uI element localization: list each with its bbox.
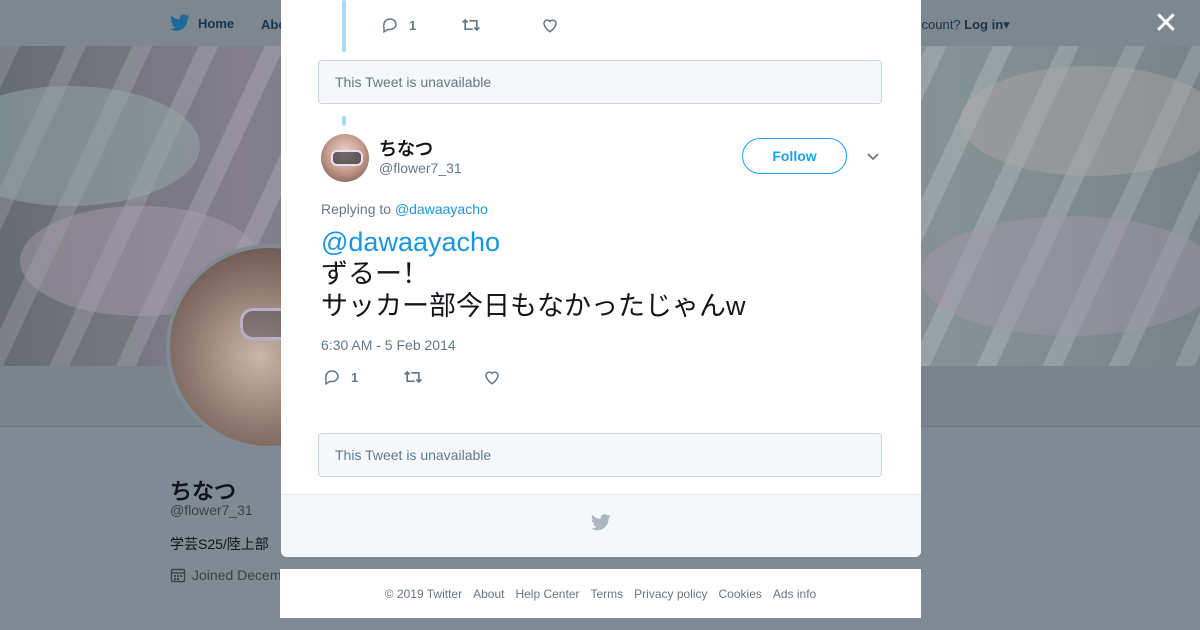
tweet-permalink-modal: 1 This Tweet is unavailable ちなつ @flower7… (281, 0, 921, 557)
caret-down-icon: ▾ (1003, 17, 1010, 32)
thread-line (342, 0, 346, 52)
footer-link-ads-info[interactable]: Ads info (773, 587, 816, 601)
profile-bio: 学芸S25/陸上部 (170, 536, 269, 552)
twitter-bird-icon (591, 514, 611, 531)
replying-prefix: Replying to (321, 201, 392, 217)
tweet-text-line: ずるー！ (321, 259, 429, 289)
footer-link-about[interactable]: About (473, 587, 504, 601)
profile-joined: Joined Decem (170, 567, 282, 583)
nav-home[interactable]: Home (170, 14, 234, 32)
reply-action[interactable]: 1 (381, 16, 461, 34)
thread-line (342, 116, 346, 126)
like-action[interactable] (541, 16, 559, 34)
tweet-text-line: サッカー部今日もなかったじゃんw (321, 291, 746, 321)
heart-icon (485, 371, 499, 385)
tweet-avatar[interactable] (321, 134, 369, 182)
profile-handle: @flower7_31 (170, 502, 253, 518)
nav-account: ccount? Log in▾ (915, 17, 1010, 33)
chevron-down-icon[interactable] (863, 146, 883, 166)
retweet-action[interactable] (403, 368, 483, 386)
replying-to-link[interactable]: @dawaayacho (395, 201, 488, 217)
reply-count: 1 (351, 369, 359, 385)
banner-decoration (920, 216, 1200, 336)
footer-link-help-center[interactable]: Help Center (515, 587, 579, 601)
modal-footer (281, 494, 921, 557)
tweet-timestamp[interactable]: 6:30 AM - 5 Feb 2014 (321, 337, 456, 353)
account-prompt: ccount? (915, 17, 961, 32)
banner-decoration (0, 86, 200, 206)
footer-link-cookies[interactable]: Cookies (719, 587, 762, 601)
site-footer: © 2019 Twitter About Help Center Terms P… (280, 569, 921, 618)
reply-action[interactable]: 1 (323, 368, 403, 386)
close-icon[interactable]: ✕ (1150, 8, 1182, 40)
unavailable-tweet-notice: This Tweet is unavailable (318, 433, 882, 477)
retweet-icon (462, 18, 480, 32)
tweet-author-handle[interactable]: @flower7_31 (379, 160, 462, 176)
retweet-icon (404, 370, 422, 384)
tweet-mention-link[interactable]: @dawaayacho (321, 226, 746, 258)
tweet-author-name[interactable]: ちなつ (379, 135, 433, 161)
footer-link-terms[interactable]: Terms (590, 587, 623, 601)
follow-button[interactable]: Follow (742, 138, 847, 174)
twitter-bird-icon (170, 14, 190, 31)
tweet-text: @dawaayacho ずるー！ サッカー部今日もなかったじゃんw (321, 226, 746, 322)
reply-count: 1 (409, 17, 417, 33)
reply-icon (324, 370, 339, 386)
replying-to: Replying to @dawaayacho (321, 201, 488, 217)
reply-icon (382, 18, 397, 34)
login-link[interactable]: Log in (964, 17, 1003, 32)
joined-text: Joined Decem (192, 567, 282, 583)
like-action[interactable] (483, 368, 501, 386)
nav-home-label: Home (198, 15, 235, 31)
unavailable-tweet-notice: This Tweet is unavailable (318, 60, 882, 104)
tweet-actions: 1 (323, 368, 501, 386)
copyright: © 2019 Twitter (384, 586, 463, 601)
heart-icon (543, 19, 557, 33)
calendar-icon (170, 568, 186, 583)
banner-decoration (960, 66, 1200, 176)
previous-tweet-actions: 1 (381, 16, 559, 34)
retweet-action[interactable] (461, 16, 541, 34)
footer-link-privacy[interactable]: Privacy policy (634, 587, 707, 601)
